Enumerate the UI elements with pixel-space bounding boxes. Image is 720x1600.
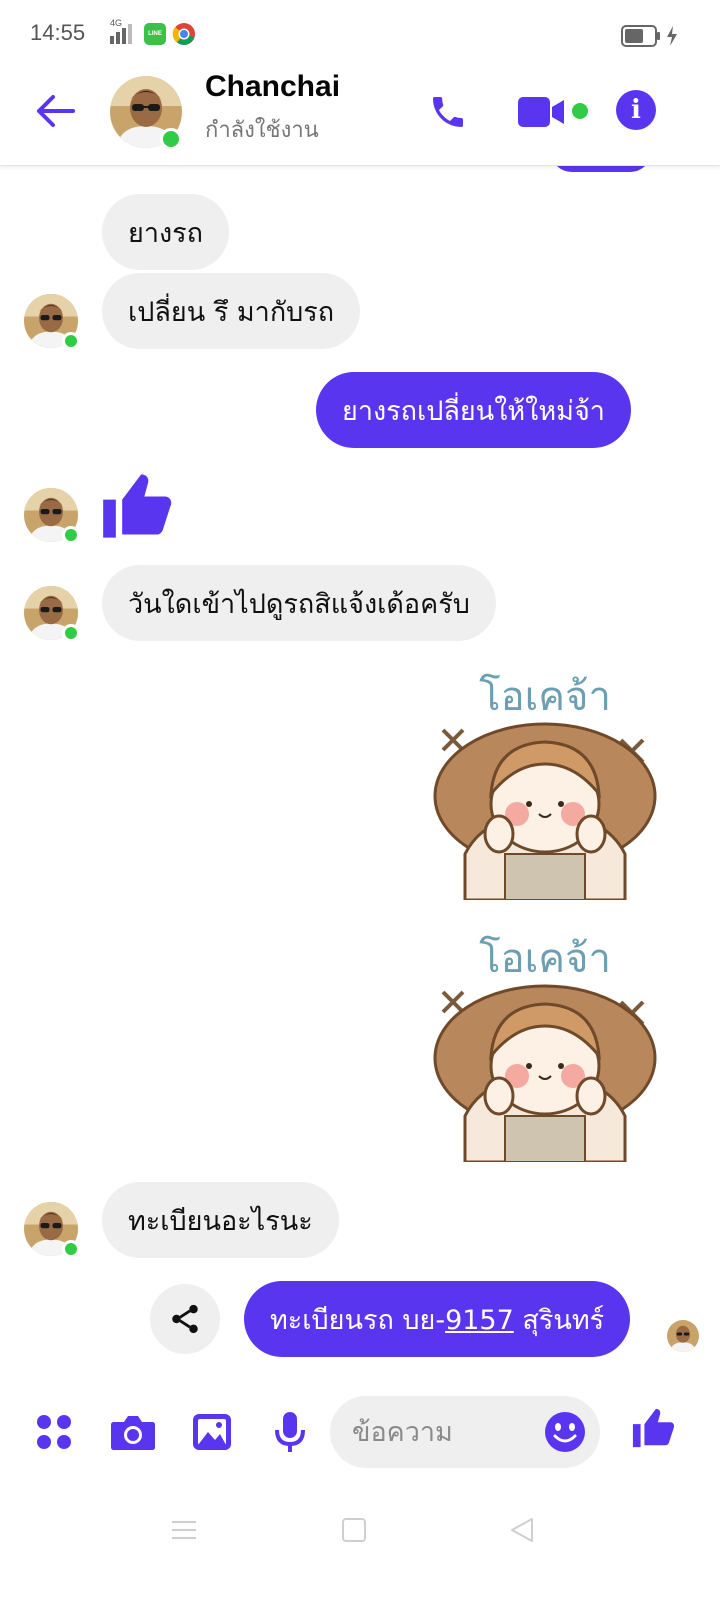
message-thread[interactable]: ยางรถ เปลี่ยน รึ มากับรถ ยางรถเปลี่ยนให้… — [0, 166, 720, 1376]
network-type-label: 4G — [110, 18, 123, 28]
signal-icon: 4G — [104, 18, 138, 46]
message-text-part: ทะเบียนรถ บย- — [270, 1304, 446, 1336]
message-input-field[interactable] — [330, 1396, 600, 1468]
recent-apps-button[interactable] — [166, 1512, 202, 1548]
incoming-message[interactable]: ทะเบียนอะไรนะ — [102, 1182, 339, 1258]
message-text: ทะเบียนอะไรนะ — [128, 1205, 313, 1237]
camera-icon — [111, 1416, 155, 1450]
share-icon — [172, 1304, 198, 1334]
status-icons: 4G LINE — [104, 18, 196, 46]
triangle-back-icon — [511, 1518, 533, 1542]
gallery-icon — [193, 1414, 231, 1450]
line-app-icon: LINE — [144, 23, 166, 45]
home-button[interactable] — [336, 1512, 372, 1548]
incoming-message[interactable]: วันใดเข้าไปดูรถสิแจ้งเด้อครับ — [102, 565, 496, 641]
sender-avatar[interactable] — [24, 1202, 80, 1258]
video-active-dot — [572, 103, 588, 119]
chrome-icon — [172, 23, 195, 45]
microphone-icon — [275, 1412, 305, 1452]
message-composer — [0, 1380, 720, 1490]
emoji-icon[interactable] — [544, 1411, 586, 1453]
incoming-message[interactable]: เปลี่ยน รึ มากับรถ — [102, 273, 361, 349]
online-status-dot — [62, 332, 80, 350]
contact-avatar[interactable] — [110, 76, 182, 150]
status-time: 14:55 — [30, 20, 86, 45]
sticker-message[interactable]: โอเคจ้า — [425, 926, 665, 1164]
online-status-dot — [160, 128, 182, 150]
outgoing-message[interactable]: ทะเบียนรถ บย-9157 สุรินทร์ — [244, 1281, 631, 1357]
battery-icon — [621, 24, 681, 52]
message-text: ทะเบียนรถ บย-9157 สุรินทร์ — [270, 1298, 604, 1341]
sender-avatar[interactable] — [24, 294, 80, 350]
voice-call-button[interactable] — [424, 88, 472, 136]
outgoing-message[interactable]: ยางรถเปลี่ยนให้ใหม่จ้า — [316, 372, 631, 448]
message-text: ยางรถเปลี่ยนให้ใหม่จ้า — [342, 395, 605, 427]
menu-lines-icon — [172, 1521, 196, 1539]
seen-receipt-avatar — [667, 1320, 699, 1352]
sender-avatar[interactable] — [24, 586, 80, 642]
more-actions-button[interactable] — [30, 1408, 78, 1456]
online-status-dot — [62, 624, 80, 642]
contact-name[interactable]: Chanchai — [205, 70, 340, 104]
info-button[interactable]: i — [616, 90, 656, 130]
status-bar: 14:55 4G LINE — [0, 0, 720, 70]
system-navigation-bar — [0, 1490, 720, 1600]
message-text: วันใดเข้าไปดูรถสิแจ้งเด้อครับ — [128, 588, 470, 620]
message-input[interactable] — [352, 1414, 542, 1450]
video-call-button[interactable] — [516, 92, 576, 132]
thumbs-up-icon — [632, 1408, 675, 1448]
conversation-header: Chanchai กำลังใช้งาน i — [0, 70, 720, 166]
contact-active-status: กำลังใช้งาน — [205, 118, 319, 143]
info-icon: i — [631, 95, 641, 125]
online-status-dot — [62, 1240, 80, 1258]
camera-button[interactable] — [109, 1408, 157, 1456]
gallery-button[interactable] — [188, 1408, 236, 1456]
square-home-icon — [342, 1518, 366, 1542]
sticker-caption: โอเคจ้า — [479, 936, 611, 982]
message-text-part: สุรินทร์ — [513, 1304, 605, 1336]
outgoing-message-partial[interactable] — [550, 166, 652, 172]
message-text: เปลี่ยน รึ มากับรถ — [128, 296, 335, 328]
message-text: ยางรถ — [128, 217, 204, 249]
back-arrow-icon — [37, 95, 75, 127]
phone-icon — [433, 97, 463, 127]
incoming-message[interactable]: ยางรถ — [102, 194, 230, 270]
thumbs-up-reaction-message[interactable] — [100, 466, 176, 546]
plate-number-link[interactable]: 9157 — [445, 1305, 514, 1336]
sender-avatar[interactable] — [24, 488, 80, 544]
video-camera-icon — [518, 97, 564, 127]
sticker-caption: โอเคจ้า — [479, 674, 611, 720]
sticker-message[interactable]: โอเคจ้า — [425, 664, 665, 902]
charging-icon — [667, 26, 677, 46]
thumbs-up-icon — [103, 474, 172, 538]
online-status-dot — [62, 526, 80, 544]
share-button[interactable] — [150, 1284, 220, 1354]
back-button[interactable] — [34, 90, 76, 132]
send-like-button[interactable] — [630, 1404, 678, 1452]
back-nav-button[interactable] — [504, 1512, 540, 1548]
voice-message-button[interactable] — [266, 1408, 314, 1456]
apps-grid-icon — [37, 1415, 71, 1449]
